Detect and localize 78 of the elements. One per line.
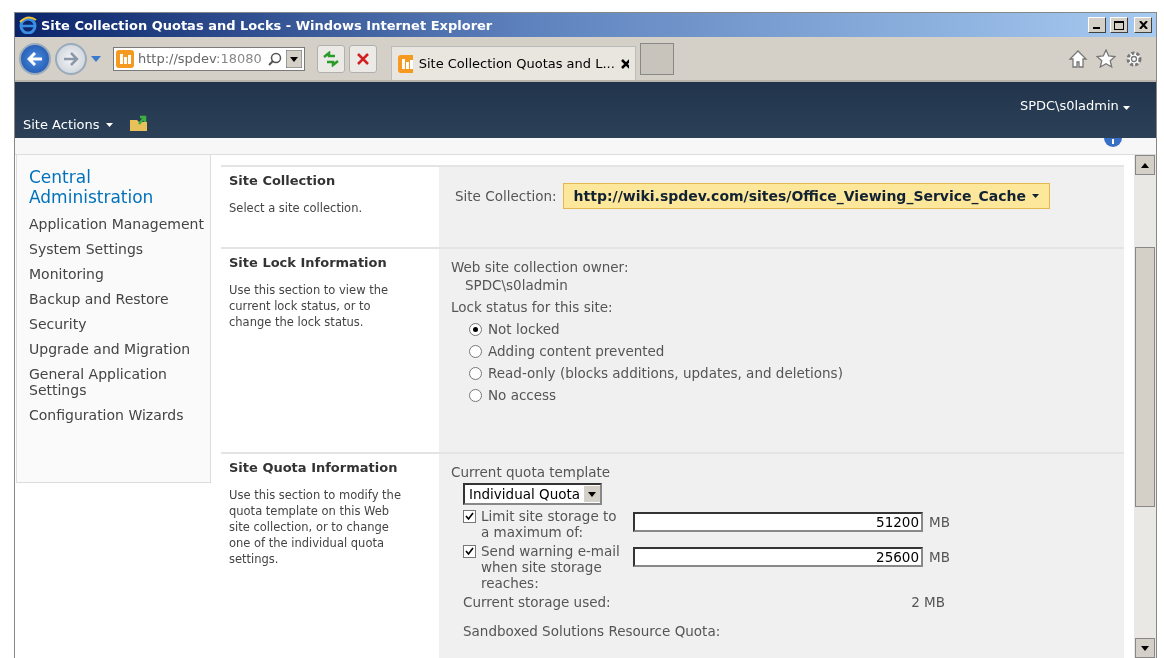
section-title: Site Lock Information bbox=[229, 255, 388, 270]
site-collection-picker[interactable]: http://wiki.spdev.com/sites/Office_Viewing_Service_Cache bbox=[562, 183, 1051, 209]
dropdown-arrow-icon[interactable] bbox=[286, 49, 302, 68]
unit-label: MB bbox=[929, 549, 950, 565]
radio-button[interactable] bbox=[469, 388, 482, 402]
radio-label: No access bbox=[488, 387, 557, 403]
down-arrow-icon bbox=[1141, 645, 1149, 651]
owner-label: Web site collection owner: bbox=[451, 259, 630, 275]
address-field[interactable]: http://spdev:18080 bbox=[113, 46, 305, 71]
sidebar-link[interactable]: Security bbox=[29, 316, 210, 332]
radio-button[interactable] bbox=[469, 366, 482, 380]
caret-icon bbox=[1032, 194, 1040, 198]
sidebar-title-link[interactable]: Central Administration bbox=[29, 167, 179, 207]
browser-tab[interactable]: Site Collection Quotas and L... bbox=[391, 46, 636, 80]
close-icon[interactable] bbox=[620, 58, 629, 69]
folder-icon[interactable] bbox=[128, 114, 149, 132]
sidebar-link[interactable]: Application Management bbox=[29, 216, 210, 232]
scroll-down-button[interactable] bbox=[1135, 638, 1155, 658]
scrollbar[interactable] bbox=[1134, 155, 1156, 658]
up-arrow-icon bbox=[1141, 162, 1149, 168]
quota-input[interactable]: 51200 bbox=[633, 512, 923, 532]
checkbox[interactable] bbox=[463, 510, 476, 523]
sidebar-link[interactable]: Monitoring bbox=[29, 266, 210, 282]
sidebar-link[interactable]: System Settings bbox=[29, 241, 210, 257]
site-actions-menu[interactable]: Site Actions bbox=[21, 117, 115, 132]
sidebar-link[interactable]: Backup and Restore bbox=[29, 291, 210, 307]
refresh-button[interactable] bbox=[317, 44, 345, 73]
scrollbar-thumb[interactable] bbox=[1135, 247, 1155, 507]
stop-icon bbox=[356, 51, 370, 66]
scroll-up-button[interactable] bbox=[1135, 155, 1155, 175]
minimize-button[interactable] bbox=[1088, 17, 1106, 33]
radio-button[interactable] bbox=[469, 322, 482, 336]
stop-button[interactable] bbox=[349, 44, 377, 73]
quota-template-select[interactable]: Individual Quota bbox=[463, 483, 603, 505]
section-title: Site Collection bbox=[229, 173, 337, 188]
checkbox[interactable] bbox=[463, 545, 476, 558]
forward-arrow-icon bbox=[63, 51, 79, 66]
field-label: Site Collection: bbox=[455, 188, 557, 204]
sharepoint-icon bbox=[116, 49, 134, 68]
refresh-icon bbox=[322, 50, 340, 67]
section-title: Site Quota Information bbox=[229, 460, 399, 475]
owner-name: SPDC\s0ladmin bbox=[465, 277, 568, 293]
section-label: Sandboxed Solutions Resource Quota: bbox=[463, 623, 721, 639]
back-arrow-icon bbox=[27, 51, 43, 66]
unit-label: MB bbox=[929, 514, 950, 530]
checkbox-label: Send warning e-mail when site storage reaches: bbox=[481, 543, 621, 591]
radio-label: Read-only (blocks additions, updates, and deletions) bbox=[488, 365, 843, 381]
close-button[interactable] bbox=[1134, 17, 1152, 33]
sidebar-link[interactable]: Configuration Wizards bbox=[29, 407, 210, 423]
template-label: Current quota template bbox=[451, 464, 612, 480]
info-icon[interactable] bbox=[1104, 138, 1122, 148]
star-icon[interactable] bbox=[1096, 48, 1116, 69]
quota-input[interactable]: 25600 bbox=[633, 547, 923, 567]
browser-logo-icon bbox=[19, 16, 37, 34]
section-description: Select a site collection. bbox=[229, 200, 364, 216]
caret-icon bbox=[105, 122, 113, 127]
back-button[interactable] bbox=[19, 42, 51, 75]
section-description: Use this section to view the current lock status, or to change the lock status. bbox=[229, 282, 390, 330]
maximize-icon bbox=[1114, 20, 1124, 30]
lock-status-label: Lock status for this site: bbox=[451, 299, 614, 315]
sidebar-link[interactable]: Upgrade and Migration bbox=[29, 341, 210, 357]
history-dropdown-icon[interactable] bbox=[91, 55, 101, 62]
storage-used-label: Current storage used: bbox=[463, 594, 611, 610]
sidebar-link[interactable]: General Application Settings bbox=[29, 366, 210, 398]
radio-label: Adding content prevented bbox=[488, 343, 665, 359]
user-menu[interactable]: SPDC\s0ladmin bbox=[1019, 98, 1130, 113]
storage-used-value: 2 MB bbox=[911, 594, 945, 610]
window-title: Site Collection Quotas and Locks - Windows Internet Explorer bbox=[41, 17, 494, 33]
radio-button[interactable] bbox=[469, 344, 482, 358]
home-icon[interactable] bbox=[1068, 48, 1088, 69]
section-description: Use this section to modify the quota template on this Web site collection, or to change one of the individual quota settings. bbox=[229, 487, 402, 567]
search-icon[interactable] bbox=[268, 51, 282, 66]
caret-icon bbox=[1123, 106, 1130, 110]
radio-label: Not locked bbox=[488, 321, 560, 337]
sharepoint-icon bbox=[398, 54, 413, 73]
maximize-button[interactable] bbox=[1110, 17, 1128, 33]
checkbox-label: Limit site storage to a maximum of: bbox=[481, 508, 618, 540]
close-icon bbox=[1138, 21, 1148, 29]
